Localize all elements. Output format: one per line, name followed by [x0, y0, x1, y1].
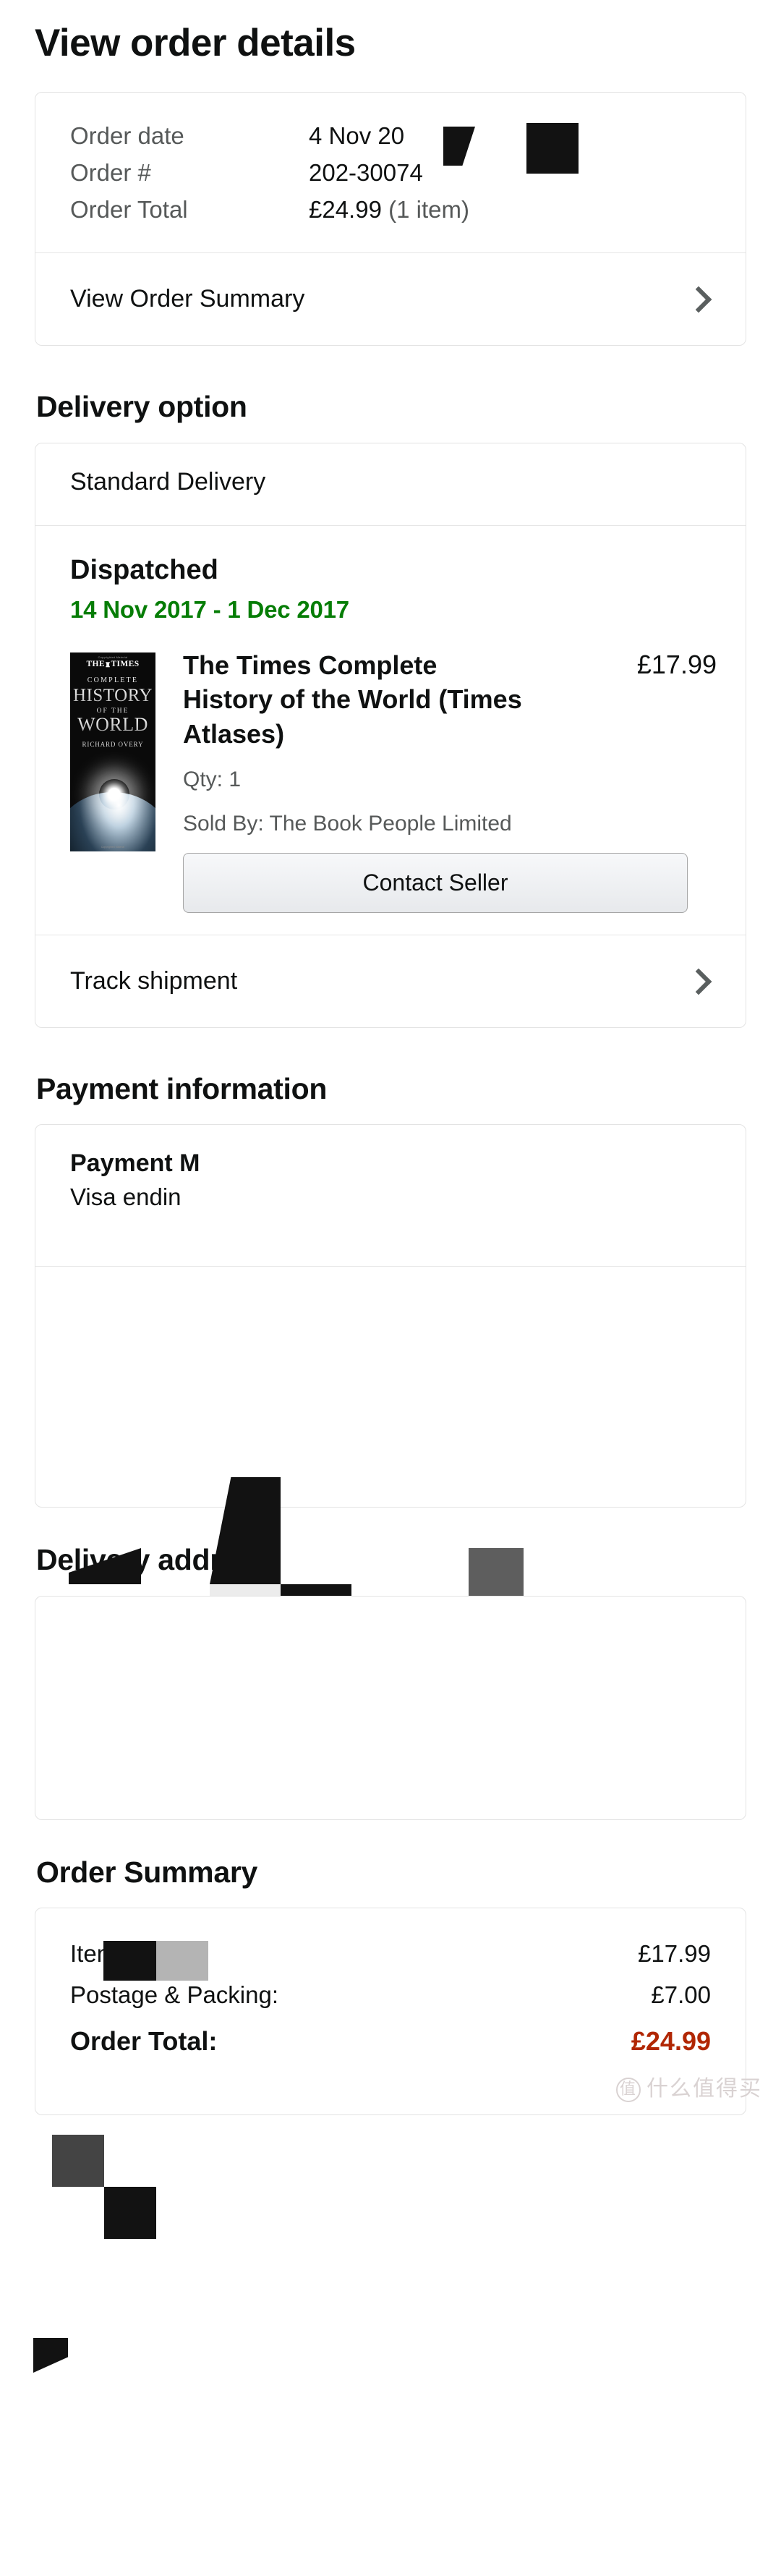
summary-total-value: £24.99: [631, 2025, 711, 2056]
chevron-right-icon: [685, 968, 712, 995]
summary-items-value: £17.99: [638, 1939, 711, 1967]
track-shipment-label: Track shipment: [70, 967, 238, 995]
product-price: £17.99: [636, 649, 717, 679]
cover-bottom-tiny: Copyrighted Material: [101, 845, 125, 849]
view-order-summary-label: View Order Summary: [70, 285, 305, 313]
view-order-summary-row[interactable]: View Order Summary: [35, 253, 746, 345]
order-summary-block: Items: £17.99 Postage & Packing: £7.00 O…: [35, 1908, 746, 2114]
delivery-address-card: [35, 1595, 746, 1820]
delivery-option-value: Standard Delivery: [70, 467, 266, 496]
delivery-option-heading: Delivery option: [36, 390, 247, 424]
dispatch-block: Dispatched 14 Nov 2017 - 1 Dec 2017: [35, 526, 746, 624]
cover-masthead-left: THE: [86, 659, 105, 668]
contact-seller-button[interactable]: Contact Seller: [183, 853, 688, 914]
order-total-items: (1 item): [388, 196, 469, 224]
table-row: Order Total £24.99 (1 item): [70, 191, 711, 228]
order-info-card: Order date 4 Nov 20 Order # 202-30074 Or…: [35, 91, 746, 347]
order-date-label: Order date: [70, 122, 184, 149]
table-row: Order Total: £24.99: [70, 2016, 711, 2064]
table-row: Order date 4 Nov 20: [70, 117, 711, 154]
table-row: Order # 202-30074: [70, 154, 711, 191]
order-number-value: 202-30074: [309, 154, 711, 191]
dispatch-date-range: 14 Nov 2017 - 1 Dec 2017: [70, 595, 349, 623]
product-sold-by: Sold By: The Book People Limited: [183, 812, 512, 836]
page-title: View order details: [35, 22, 356, 64]
order-date-value: 4 Nov 20: [309, 122, 405, 149]
order-info-table: Order date 4 Nov 20 Order # 202-30074 Or…: [70, 117, 711, 228]
cover-masthead: THE♜TIMES: [70, 660, 155, 669]
redaction-block: [33, 2338, 68, 2373]
product-row: Copyrighted Material THE♜TIMES COMPLETE …: [35, 624, 746, 935]
chevron-right-icon: [685, 286, 712, 313]
summary-postage-value: £7.00: [651, 1981, 711, 2009]
cover-sun-flare: [99, 778, 130, 809]
product-title[interactable]: The Times Complete History of the World …: [183, 648, 530, 752]
payment-card: Payment M Visa endin: [35, 1124, 746, 1508]
order-summary-heading: Order Summary: [36, 1855, 258, 1889]
redaction-block: [526, 123, 579, 174]
order-number-label: Order #: [70, 159, 151, 187]
payment-method-value: Visa endin: [70, 1183, 182, 1211]
contact-seller-wrap: Contact Seller: [183, 840, 717, 914]
cover-author: RICHARD OVERY: [82, 740, 144, 748]
cover-text: Copyrighted Material THE♜TIMES COMPLETE …: [70, 655, 155, 748]
order-details-page: View order details Order date 4 Nov 20 O…: [0, 0, 781, 2373]
order-info-block: Order date 4 Nov 20 Order # 202-30074 Or…: [35, 93, 746, 252]
redaction-block: [104, 2187, 156, 2239]
redaction-block: [156, 1941, 208, 1981]
divider: [35, 1266, 746, 1267]
cover-top-tiny: Copyrighted Material: [98, 655, 128, 659]
cover-masthead-right: TIMES: [111, 659, 140, 668]
payment-method-label: Payment M: [70, 1149, 200, 1178]
product-image[interactable]: Copyrighted Material THE♜TIMES COMPLETE …: [70, 652, 155, 851]
cover-complete: COMPLETE: [87, 676, 139, 684]
delivery-card: Standard Delivery Dispatched 14 Nov 2017…: [35, 442, 746, 1029]
redaction-block: [52, 2135, 104, 2187]
product-title-row: The Times Complete History of the World …: [183, 648, 717, 752]
payment-method-block: Payment M Visa endin: [35, 1125, 746, 1218]
product-info: The Times Complete History of the World …: [155, 648, 717, 914]
dispatch-status: Dispatched: [70, 554, 218, 585]
cover-world: WORLD: [70, 715, 155, 734]
payment-information-heading: Payment information: [36, 1072, 328, 1106]
track-shipment-row[interactable]: Track shipment: [35, 935, 746, 1027]
order-total-value: £24.99 (1 item): [309, 191, 711, 228]
order-total-label: Order Total: [70, 196, 188, 224]
product-qty: Qty: 1: [183, 768, 242, 792]
order-total-amount: £24.99: [309, 196, 382, 224]
order-number-text: 202-30074: [309, 159, 423, 187]
cover-history: HISTORY: [70, 686, 155, 705]
summary-total-label: Order Total:: [70, 2025, 218, 2056]
order-summary-card: Items: £17.99 Postage & Packing: £7.00 O…: [35, 1907, 746, 2115]
redaction-block: [103, 1941, 156, 1981]
